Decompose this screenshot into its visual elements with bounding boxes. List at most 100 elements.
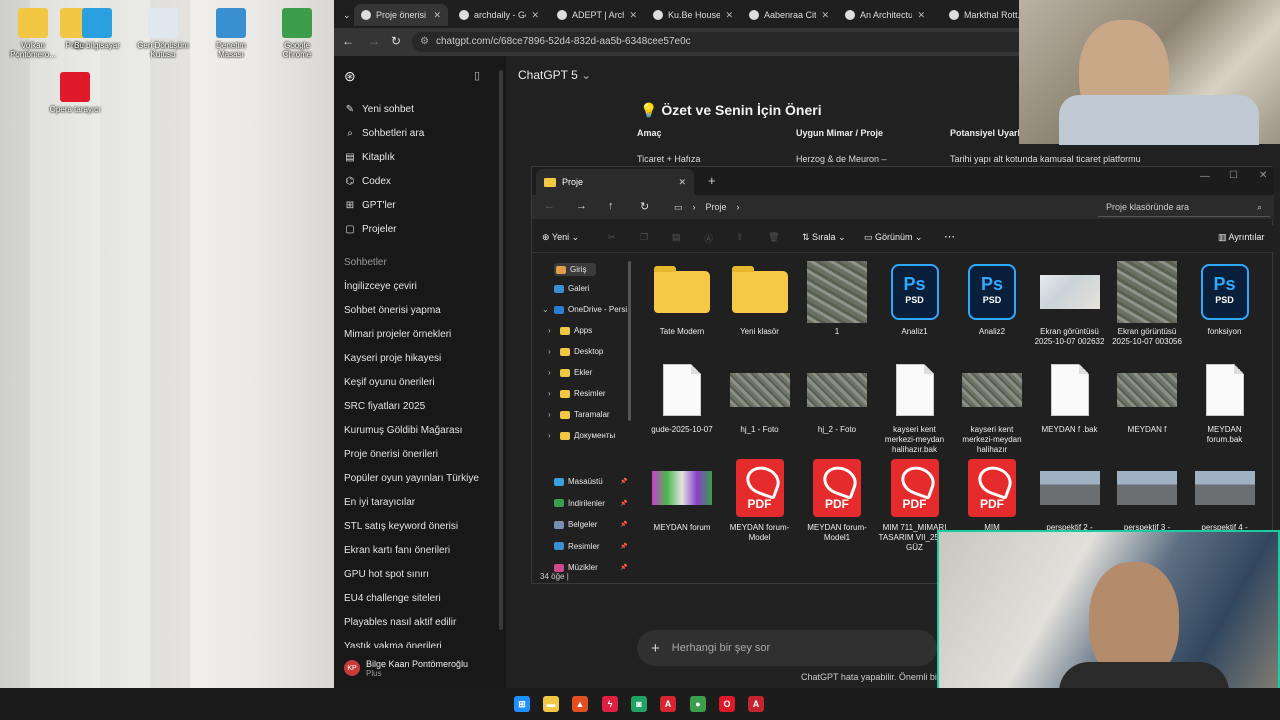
chat-history-item[interactable]: GPU hot spot sınırı bbox=[344, 569, 429, 580]
breadcrumb[interactable]: ▭ › Proje › bbox=[668, 197, 1088, 217]
pin-icon[interactable]: 📌 bbox=[620, 543, 627, 550]
chat-history-item[interactable]: Keşif oyunu önerileri bbox=[344, 377, 435, 388]
copy-icon[interactable]: ❐ bbox=[640, 232, 648, 243]
more-icon[interactable]: ⋯ bbox=[944, 230, 955, 243]
model-selector[interactable]: ChatGPT 5 ⌄ bbox=[518, 68, 591, 82]
browser-tab[interactable]: Proje önerisi ... ✕ bbox=[354, 4, 448, 26]
file-item[interactable]: MEYDAN f bbox=[1111, 359, 1183, 435]
pin-icon[interactable]: 📌 bbox=[620, 500, 627, 507]
explorer-tab[interactable]: Proje ✕ bbox=[536, 169, 694, 195]
nav-tree-item[interactable]: Giriş bbox=[554, 263, 597, 276]
close-tab-icon[interactable]: ✕ bbox=[821, 10, 829, 21]
details-button[interactable]: ▥ Ayrıntılar bbox=[1218, 232, 1264, 243]
file-item[interactable]: Ekran görüntüsü 2025-10-07 002632 bbox=[1034, 261, 1106, 347]
file-item[interactable]: Ps PSD Analiz1 bbox=[879, 261, 951, 337]
sidebar-scrollbar[interactable] bbox=[499, 70, 503, 630]
quick-access-item[interactable]: İndirilenler 📌 bbox=[554, 499, 627, 508]
desktop-icon[interactable]: Google Chrome bbox=[269, 8, 325, 59]
quick-access-item[interactable]: Masaüstü 📌 bbox=[554, 477, 627, 486]
nav-tree-item[interactable]: › Resimler bbox=[548, 389, 606, 398]
pin-icon[interactable]: 📌 bbox=[620, 521, 627, 528]
chat-history-item[interactable]: STL satış keyword önerisi bbox=[344, 521, 458, 532]
chat-history-item[interactable]: En iyi tarayıcılar bbox=[344, 497, 415, 508]
desktop-icon[interactable]: Opera tarayıcı bbox=[47, 72, 103, 114]
delete-icon[interactable]: 🗑 bbox=[768, 232, 779, 243]
sort-button[interactable]: ⇅ Sırala ⌄ bbox=[802, 232, 846, 243]
reload-icon[interactable]: ↻ bbox=[391, 34, 401, 48]
breadcrumb-item[interactable]: Proje bbox=[706, 202, 727, 212]
browser-tab[interactable]: An Architectu... ✕ bbox=[838, 4, 932, 26]
close-tab-icon[interactable]: ✕ bbox=[725, 10, 733, 21]
sidebar-item[interactable]: ⌕ Sohbetleri ara bbox=[344, 128, 424, 139]
nav-scrollbar[interactable] bbox=[628, 261, 631, 421]
chevron-right-icon[interactable]: › bbox=[548, 389, 556, 398]
chevron-right-icon[interactable]: › bbox=[548, 347, 556, 356]
file-item[interactable]: perspektif 2 - bbox=[1034, 457, 1106, 533]
rename-icon[interactable]: Ⓐ bbox=[704, 232, 713, 245]
nav-tree-item[interactable]: › Документы bbox=[548, 431, 615, 440]
windows-start-icon[interactable]: ⊞ bbox=[514, 696, 530, 712]
up-icon[interactable]: ↑ bbox=[608, 200, 614, 212]
sidebar-item[interactable]: ⊞ GPT'ler bbox=[344, 200, 396, 211]
minimize-icon[interactable]: — bbox=[1200, 171, 1210, 182]
nav-tree-item[interactable]: ⌄ OneDrive - Persi bbox=[542, 305, 627, 314]
file-item[interactable]: kayseri kent merkezi-meydan halihazır bbox=[956, 359, 1028, 455]
file-item[interactable]: PDF MEYDAN forum-Model1 bbox=[801, 457, 873, 543]
forward-icon[interactable]: → bbox=[576, 200, 587, 212]
close-tab-icon[interactable]: ✕ bbox=[629, 10, 637, 21]
chevron-down-icon[interactable]: ⌄ bbox=[542, 305, 550, 314]
chat-history-item[interactable]: EU4 challenge siteleri bbox=[344, 593, 441, 604]
paste-icon[interactable]: ▤ bbox=[672, 232, 681, 243]
refresh-icon[interactable]: ↻ bbox=[640, 200, 649, 213]
file-item[interactable]: hj_2 - Foto bbox=[801, 359, 873, 435]
chat-history-item[interactable]: Popüler oyun yayınları Türkiye bbox=[344, 473, 479, 484]
file-item[interactable]: Ps PSD fonksiyon bbox=[1189, 261, 1261, 337]
forward-icon[interactable]: → bbox=[368, 34, 380, 48]
close-tab-icon[interactable]: ✕ bbox=[678, 177, 686, 188]
pin-icon[interactable]: 📌 bbox=[620, 478, 627, 485]
chevron-right-icon[interactable]: › bbox=[548, 431, 556, 440]
chat-history-item[interactable]: Ekran kartı fanı önerileri bbox=[344, 545, 450, 556]
file-item[interactable]: Tate Modern bbox=[646, 261, 718, 337]
file-item[interactable]: MEYDAN forum.bak bbox=[1189, 359, 1261, 445]
chat-history-item[interactable]: SRC fiyatları 2025 bbox=[344, 401, 425, 412]
browser-tab[interactable]: Ku.Be House ... ✕ bbox=[646, 4, 740, 26]
back-icon[interactable]: ← bbox=[342, 34, 354, 48]
plus-icon[interactable]: + bbox=[651, 640, 660, 657]
back-icon[interactable]: ← bbox=[544, 200, 555, 212]
file-item[interactable]: Yeni klasör bbox=[724, 261, 796, 337]
close-tab-icon[interactable]: ✕ bbox=[433, 10, 441, 21]
app-green-icon[interactable]: ◙ bbox=[631, 696, 647, 712]
file-item[interactable]: perspektif 3 - bbox=[1111, 457, 1183, 533]
file-item[interactable]: 1 bbox=[801, 261, 873, 337]
close-tab-icon[interactable]: ✕ bbox=[531, 10, 539, 21]
file-item[interactable]: perspektif 4 - bbox=[1189, 457, 1261, 533]
nav-tree-item[interactable]: Galeri bbox=[554, 284, 589, 293]
site-info-icon[interactable]: ⚙ bbox=[420, 32, 429, 52]
search-input[interactable]: Proje klasöründe ara ⌕ bbox=[1098, 197, 1270, 217]
file-item[interactable]: PDF MEYDAN forum-Model bbox=[724, 457, 796, 543]
maximize-icon[interactable]: ☐ bbox=[1229, 170, 1238, 181]
chevron-right-icon[interactable]: › bbox=[548, 326, 556, 335]
sidebar-toggle-icon[interactable]: ▯ bbox=[474, 69, 480, 82]
chat-history-item[interactable]: Mimari projeler örnekleri bbox=[344, 329, 451, 340]
autocad-icon[interactable]: A bbox=[748, 696, 764, 712]
openai-logo-icon[interactable]: ⊛ bbox=[344, 68, 356, 85]
chat-history-item[interactable]: Kurumuş Göldibi Mağarası bbox=[344, 425, 462, 436]
file-item[interactable]: Ekran görüntüsü 2025-10-07 003056 bbox=[1111, 261, 1183, 347]
acrobat-icon[interactable]: A bbox=[660, 696, 676, 712]
sidebar-item[interactable]: ✎ Yeni sohbet bbox=[344, 104, 414, 115]
chat-history-item[interactable]: Sohbet önerisi yapma bbox=[344, 305, 441, 316]
app-red-icon[interactable]: ϟ bbox=[602, 696, 618, 712]
browser-tab[interactable]: ADEPT | Archi... ✕ bbox=[550, 4, 644, 26]
nav-tree-item[interactable]: › Taramalar bbox=[548, 410, 610, 419]
brave-icon[interactable]: ▲ bbox=[572, 696, 588, 712]
sidebar-item[interactable]: ▤ Kitaplık bbox=[344, 152, 395, 163]
desktop-icon[interactable]: Denetim Masası bbox=[203, 8, 259, 59]
chevron-right-icon[interactable]: › bbox=[548, 368, 556, 377]
url-field[interactable]: ⚙ chatgpt.com/c/68ce7896-52d4-832d-aa5b-… bbox=[412, 32, 1112, 52]
nav-tree-item[interactable]: › Apps bbox=[548, 326, 592, 335]
chat-history-item[interactable]: İngilizceye çeviri bbox=[344, 281, 417, 292]
cut-icon[interactable]: ✂ bbox=[608, 232, 616, 243]
desktop-icon[interactable]: Geri Dönüşüm Kutusu bbox=[135, 8, 191, 59]
